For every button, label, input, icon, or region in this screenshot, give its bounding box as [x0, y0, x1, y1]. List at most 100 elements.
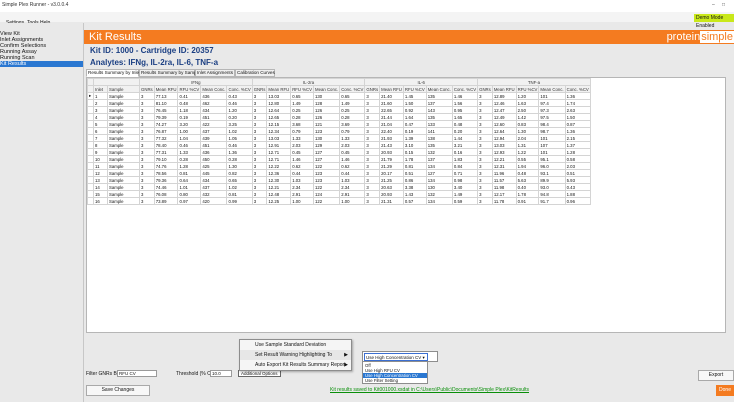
column-header[interactable]: Sample	[107, 85, 140, 93]
column-header[interactable]: Mean RFU	[266, 85, 292, 93]
table-row[interactable]: 3 Sample 3 76.45 1.18 434 1.20 3 12.64 0.25 126 0.2…	[87, 106, 591, 114]
column-header[interactable]: Conc. %CV	[564, 85, 591, 93]
done-button[interactable]: Done	[716, 385, 734, 396]
table-cell: 0.96	[564, 197, 591, 205]
column-header[interactable]: Inlet	[93, 85, 108, 93]
column-header[interactable]: RFU %CV	[515, 85, 540, 93]
table-cell: 12.22	[266, 162, 292, 170]
table-cell: 1.30	[515, 127, 540, 135]
option-filter-setting[interactable]: Use Filter Setting	[363, 378, 427, 383]
table-cell: 79.36	[153, 176, 179, 184]
column-header[interactable]: Conc. %CV	[451, 85, 479, 93]
column-header[interactable]: Conc. %CV	[339, 85, 366, 93]
column-header[interactable]: GNRs	[364, 85, 381, 93]
table-cell: 0.20	[451, 127, 479, 135]
filter-field-select[interactable]: RFU CV	[117, 370, 157, 377]
table-cell: 1.36	[226, 148, 253, 156]
table-row[interactable]: 12 Sample 3 78.56 0.81 445 0.82 3 12.36 0.44 123 0.…	[87, 169, 591, 177]
table-cell: 1.20	[226, 106, 253, 114]
tab-inlet-assignments[interactable]: Inlet Assignments	[195, 69, 235, 77]
status-message[interactable]: Kit results saved to Kit001000.xsdat in …	[330, 387, 529, 393]
highlighting-select[interactable]: Use High Concentration CV ▾	[364, 353, 428, 361]
table-cell: 73.89	[153, 197, 179, 205]
table-row[interactable]: 7 Sample 3 77.32 1.04 439 1.05 3 13.03 1.33 130 1.3…	[87, 134, 591, 142]
column-header[interactable]: Mean Conc.	[538, 85, 566, 93]
column-header[interactable]: Mean Conc.	[200, 85, 228, 93]
tab-results-by-sample[interactable]: Results Summary by Sample	[139, 69, 200, 77]
table-cell: 3	[251, 176, 268, 184]
table-cell: 141	[425, 127, 453, 135]
table-cell: 137	[425, 99, 453, 107]
table-cell: 12.89	[491, 92, 517, 100]
chevron-right-icon: ▶	[344, 352, 348, 358]
table-row[interactable]: 9 Sample 3 77.31 1.33 436 1.36 3 12.71 0.45 127 0.4…	[87, 148, 591, 156]
column-header[interactable]: Mean RFU	[491, 85, 517, 93]
menu-item-auto-export[interactable]: Auto Export Kit Results Summary Report ▶	[240, 360, 351, 370]
column-header[interactable]: RFU %CV	[290, 85, 315, 93]
table-cell: 0.41	[177, 92, 202, 100]
table-cell: 12.91	[266, 141, 292, 149]
menu-item-sample-std-dev[interactable]: Use Sample Standard Deviation	[240, 340, 351, 350]
table-cell: 12.34	[266, 127, 292, 135]
table-cell: 20.93	[379, 190, 404, 198]
tab-calibration-curves[interactable]: Calibration Curves	[235, 69, 275, 77]
minimize-button[interactable]: –	[712, 2, 715, 8]
table-cell: 2.34	[290, 183, 315, 191]
table-cell: 12.80	[266, 99, 292, 107]
column-header[interactable]: Mean Conc.	[313, 85, 341, 93]
table-cell: 0.55	[515, 155, 540, 163]
table-cell: 12.93	[491, 148, 517, 156]
table-row[interactable]: 10 Sample 3 79.10 0.28 450 0.28 3 12.71 1.46 127 1.…	[87, 155, 591, 163]
table-cell: 0.44	[290, 169, 315, 177]
additional-options-button[interactable]: Additional Options	[238, 370, 281, 377]
table-cell: 11.57	[491, 176, 517, 184]
table-cell: 3.21	[451, 141, 479, 149]
column-header[interactable]: Conc. %CV	[226, 85, 253, 93]
column-header[interactable]: Mean RFU	[379, 85, 404, 93]
table-row[interactable]: 8 Sample 3 78.40 0.46 451 0.46 3 12.91 2.03 129 2.0…	[87, 141, 591, 149]
column-header[interactable]: GNRs	[251, 85, 268, 93]
table-cell: 0.25	[290, 106, 315, 114]
column-header[interactable]: RFU %CV	[177, 85, 202, 93]
table-cell: 0.19	[402, 127, 427, 135]
column-header[interactable]: Mean Conc.	[425, 85, 453, 93]
table-row[interactable]: 11 Sample 3 74.76 1.28 425 1.30 3 12.22 0.62 122 0.…	[87, 162, 591, 170]
table-cell: 77.32	[153, 134, 179, 142]
table-row[interactable]: 13 Sample 3 79.36 0.64 434 0.65 3 12.30 1.03 123 1.…	[87, 176, 591, 184]
table-cell: 3	[251, 183, 268, 191]
column-header[interactable]: GNRs	[477, 85, 493, 93]
table-cell: 3	[139, 197, 155, 205]
table-cell: Sample	[107, 113, 140, 121]
table-row[interactable]: 4 Sample 3 79.39 0.19 451 0.20 3 12.65 0.28 126 0.2…	[87, 113, 591, 121]
threshold-input[interactable]: 10.0	[210, 370, 232, 377]
table-row[interactable]: 5 Sample 3 74.27 3.20 422 3.25 3 12.15 3.68 121 3.6…	[87, 120, 591, 128]
column-header[interactable]: RFU %CV	[402, 85, 427, 93]
menu-item-warning-highlighting[interactable]: Set Result Warning Highlighting To ▶	[240, 350, 351, 360]
table-cell: 74.76	[153, 162, 179, 170]
table-row[interactable]: 14 Sample 3 74.46 1.01 437 1.02 3 12.21 2.34 122 2.…	[87, 183, 591, 191]
table-cell: 135	[425, 141, 453, 149]
table-cell: 3.40	[451, 183, 479, 191]
table-cell: 2.50	[515, 106, 540, 114]
column-header[interactable]: GNRs	[139, 85, 155, 93]
sidebar-item-kit-results[interactable]: Kit Results	[0, 61, 83, 67]
maximize-button[interactable]: □	[722, 2, 725, 8]
table-row[interactable]: 15 Sample 3 76.08 0.80 432 0.81 3 12.48 2.91 124 2.…	[87, 190, 591, 198]
table-row[interactable]: ▸ 1 Sample 3 77.13 0.41 436 0.43 3 13.03 0.65 130 0.…	[87, 92, 591, 100]
table-cell: 3	[251, 197, 268, 205]
table-cell: 1.83	[451, 155, 479, 163]
table-cell: 3	[477, 148, 493, 156]
table-cell: 3.68	[290, 120, 315, 128]
table-row[interactable]: 2 Sample 3 81.10 0.48 462 0.46 3 12.80 1.49 128 1.4…	[87, 99, 591, 107]
table-cell: 1.78	[515, 190, 540, 198]
table-row[interactable]: 16 Sample 3 73.89 0.97 420 0.99 3 12.25 1.00 122 1.…	[87, 197, 591, 205]
table-row[interactable]: 6 Sample 3 76.87 1.00 437 1.02 3 12.34 0.79 123 0.7…	[87, 127, 591, 135]
table-cell: 1.37	[564, 141, 591, 149]
export-button[interactable]: Export	[698, 370, 734, 381]
tab-results-by-inlet[interactable]: Results Summary by Inlet	[86, 69, 140, 77]
table-cell: Sample	[107, 197, 140, 205]
table-cell: 3	[139, 120, 155, 128]
table-cell: 3	[139, 162, 155, 170]
column-header[interactable]: Mean RFU	[153, 85, 179, 93]
save-changes-button[interactable]: Save Changes	[86, 385, 150, 396]
